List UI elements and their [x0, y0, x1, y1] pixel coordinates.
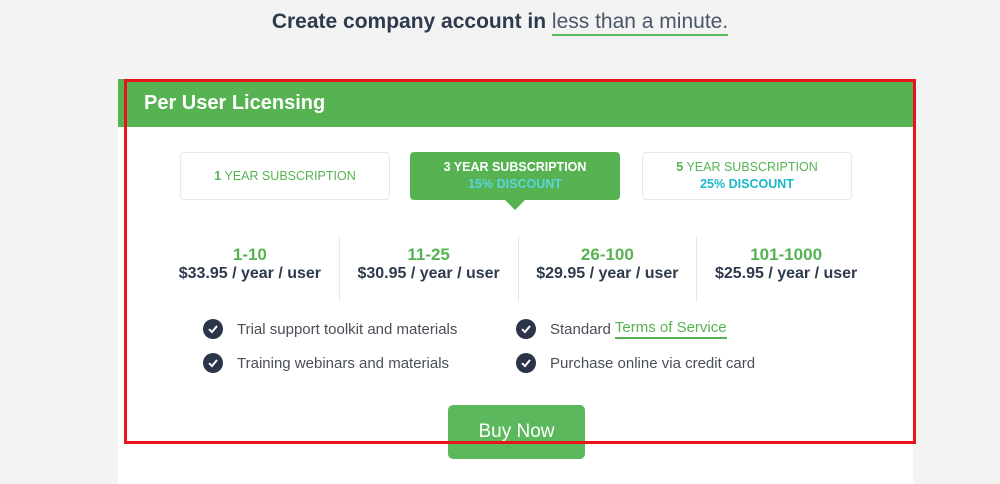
- feature-item: Purchase online via credit card: [516, 353, 755, 373]
- tier-price: $29.95 / year / user: [536, 265, 679, 282]
- feature-item: Training webinars and materials: [203, 353, 449, 373]
- tier-price: $30.95 / year / user: [357, 265, 500, 282]
- feature-text: Standard: [550, 320, 611, 338]
- tab-3-year-label: YEAR SUBSCRIPTION: [453, 160, 587, 174]
- feature-item: Trial support toolkit and materials: [203, 319, 457, 339]
- feature-text: Trial support toolkit and materials: [237, 320, 458, 338]
- feature-item: Standard Terms of Service: [516, 319, 727, 339]
- pricing-tier: 26-100 $29.95 / year / user: [517, 236, 697, 302]
- pricing-tier: 11-25 $30.95 / year / user: [338, 236, 518, 302]
- headline-emphasis: less than a minute.: [551, 10, 729, 36]
- tab-3-year-number: 3: [443, 160, 451, 174]
- licensing-card: Per User Licensing 1 YEAR SUBSCRIPTION 3…: [118, 79, 913, 484]
- tab-1-year-label: YEAR SUBSCRIPTION: [224, 168, 356, 183]
- pricing-tier: 101-1000 $25.95 / year / user: [696, 236, 875, 302]
- card-title: Per User Licensing: [118, 79, 913, 127]
- check-circle-icon: [516, 353, 536, 373]
- headline-strong: Create company account in: [271, 10, 547, 33]
- tab-5-year-discount: 25% DISCOUNT: [700, 177, 794, 191]
- terms-of-service-link[interactable]: Terms of Service: [614, 319, 727, 339]
- feature-text: Training webinars and materials: [237, 354, 450, 372]
- tier-range: 26-100: [580, 245, 634, 264]
- tab-3-year[interactable]: 3 YEAR SUBSCRIPTION 15% DISCOUNT: [410, 152, 620, 210]
- check-circle-icon: [516, 319, 536, 339]
- page-headline: Create company account in less than a mi…: [0, 10, 1000, 36]
- tier-range: 101-1000: [750, 245, 823, 264]
- feature-text: Purchase online via credit card: [550, 354, 756, 372]
- tier-range: 11-25: [407, 245, 450, 264]
- tier-range: 1-10: [232, 245, 267, 264]
- pricing-tier: 1-10 $33.95 / year / user: [161, 236, 339, 302]
- check-circle-icon: [203, 319, 223, 339]
- pricing-tiers: 1-10 $33.95 / year / user 11-25 $30.95 /…: [161, 236, 875, 302]
- check-circle-icon: [203, 353, 223, 373]
- tab-1-year[interactable]: 1 YEAR SUBSCRIPTION: [180, 152, 390, 200]
- tab-5-year[interactable]: 5 YEAR SUBSCRIPTION 25% DISCOUNT: [642, 152, 852, 200]
- tab-5-year-label: YEAR SUBSCRIPTION: [686, 160, 818, 174]
- tab-1-year-number: 1: [214, 168, 222, 183]
- buy-now-button[interactable]: Buy Now: [448, 405, 585, 459]
- tier-price: $25.95 / year / user: [714, 265, 858, 282]
- tab-3-year-discount: 15% DISCOUNT: [468, 177, 562, 191]
- tab-5-year-number: 5: [676, 160, 684, 174]
- tier-price: $33.95 / year / user: [178, 265, 322, 282]
